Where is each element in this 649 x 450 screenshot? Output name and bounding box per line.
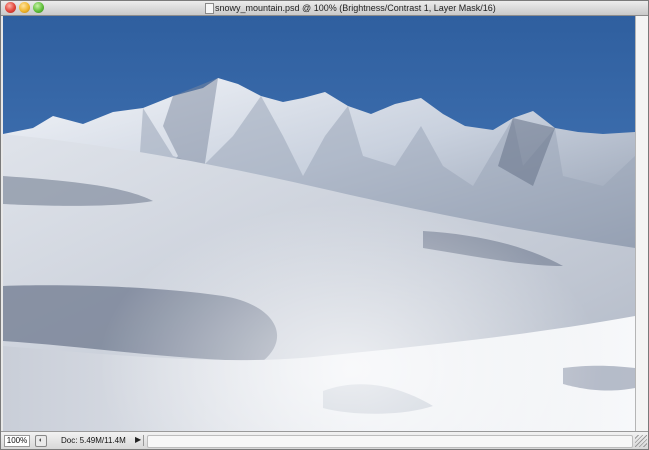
resize-grip-icon[interactable] xyxy=(635,435,647,447)
snowy-mountain-image xyxy=(3,16,635,431)
minimize-button-icon[interactable] xyxy=(19,2,30,13)
photoshop-document-window: snowy_mountain.psd @ 100% (Brightness/Co… xyxy=(0,0,649,450)
horizontal-scrollbar[interactable] xyxy=(147,435,633,448)
zoom-level-field[interactable]: 100% xyxy=(4,435,30,447)
status-info-icon[interactable]: ◐ xyxy=(35,435,47,447)
window-title: snowy_mountain.psd @ 100% (Brightness/Co… xyxy=(215,3,496,13)
image-canvas[interactable] xyxy=(3,16,635,431)
zoom-button-icon[interactable] xyxy=(33,2,44,13)
document-size-info: Doc: 5.49M/11.4M xyxy=(49,435,144,446)
title-bar[interactable]: snowy_mountain.psd @ 100% (Brightness/Co… xyxy=(1,1,648,16)
status-menu-arrow-icon[interactable]: ▶ xyxy=(135,435,143,445)
status-bar: 100% ◐ Doc: 5.49M/11.4M ▶ xyxy=(1,431,648,449)
document-icon xyxy=(205,3,214,14)
close-button-icon[interactable] xyxy=(5,2,16,13)
vertical-scrollbar[interactable] xyxy=(635,16,648,431)
